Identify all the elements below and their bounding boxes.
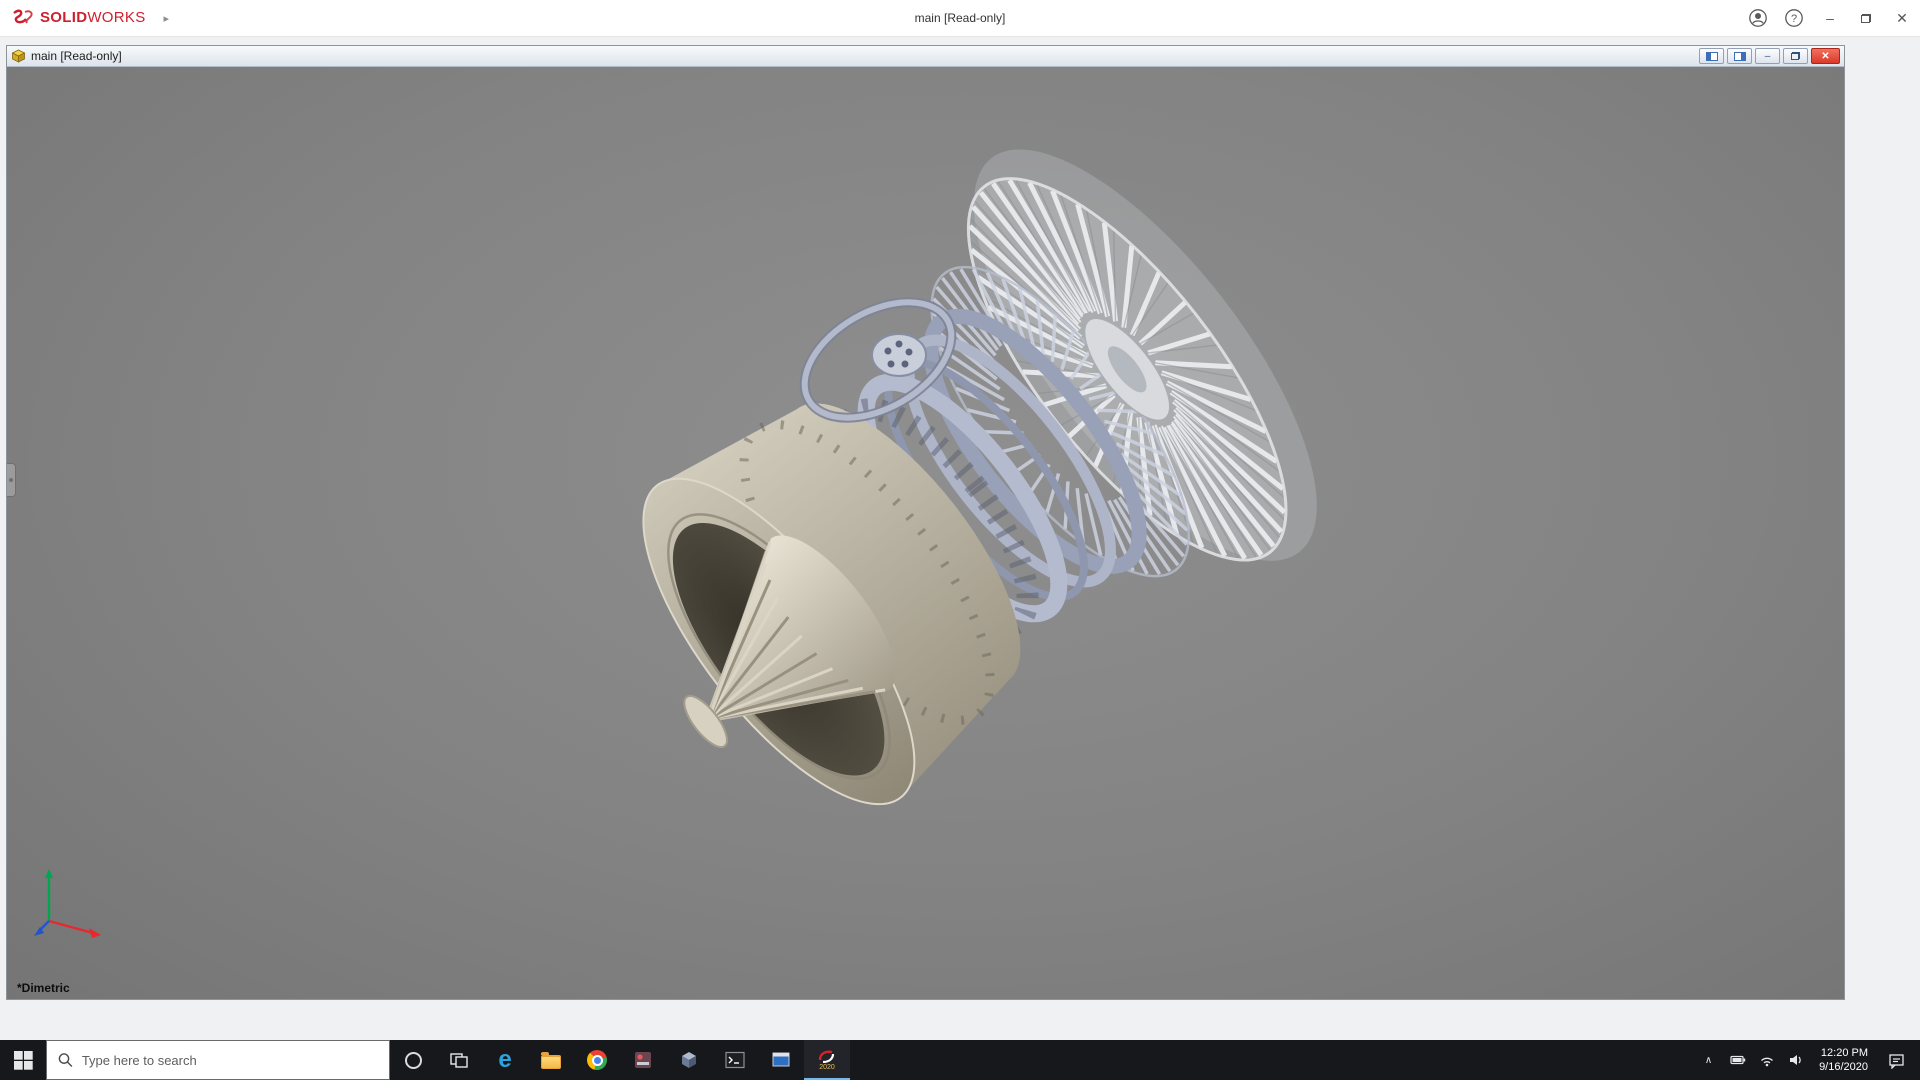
edge-button[interactable]: e bbox=[482, 1040, 528, 1080]
brand-text-works: WORKS bbox=[87, 9, 146, 26]
solidworks-taskbar-button[interactable]: 2020 bbox=[804, 1040, 850, 1080]
document-minimize-button[interactable]: – bbox=[1755, 48, 1780, 64]
network-button[interactable] bbox=[1752, 1040, 1781, 1080]
windows-logo-icon bbox=[13, 1050, 33, 1070]
cube-app-button[interactable] bbox=[666, 1040, 712, 1080]
notification-center-button[interactable] bbox=[1877, 1040, 1915, 1080]
battery-icon bbox=[1729, 1055, 1745, 1065]
document-title: main [Read-only] bbox=[31, 49, 122, 63]
view-orientation-label: *Dimetric bbox=[17, 981, 70, 995]
help-button[interactable]: ? bbox=[1776, 0, 1812, 36]
svg-text:?: ? bbox=[1791, 13, 1797, 25]
orientation-triad bbox=[34, 869, 101, 938]
search-icon bbox=[58, 1053, 73, 1067]
window-app-button[interactable] bbox=[758, 1040, 804, 1080]
terminal-icon bbox=[725, 1051, 745, 1069]
pane-right-icon bbox=[1733, 51, 1746, 61]
minimize-button[interactable]: – bbox=[1812, 0, 1848, 36]
chrome-button[interactable] bbox=[574, 1040, 620, 1080]
window-app-icon bbox=[772, 1052, 790, 1067]
menu-expand-arrow[interactable]: ▸ bbox=[164, 12, 170, 25]
app-title: main [Read-only] bbox=[914, 11, 1006, 25]
file-explorer-button[interactable] bbox=[528, 1040, 574, 1080]
chrome-icon bbox=[587, 1050, 607, 1070]
taskbar-search[interactable] bbox=[46, 1040, 390, 1080]
notification-icon bbox=[1888, 1053, 1904, 1069]
window-layout-button-2[interactable] bbox=[1727, 48, 1752, 64]
wifi-icon bbox=[1760, 1057, 1773, 1067]
account-icon bbox=[1749, 9, 1767, 27]
system-tray: ∧ 12:20 PM 9/16/2020 bbox=[1694, 1040, 1920, 1080]
start-button[interactable] bbox=[0, 1040, 46, 1080]
edge-icon: e bbox=[498, 1046, 512, 1073]
solidworks-app-icon bbox=[818, 1050, 835, 1063]
task-view-icon bbox=[450, 1053, 468, 1068]
cube-app-icon bbox=[682, 1052, 696, 1068]
volume-button[interactable] bbox=[1781, 1040, 1810, 1080]
app-titlebar: SOLIDWORKS ▸ main [Read-only] ? – ✕ bbox=[0, 0, 1920, 37]
clock-time: 12:20 PM bbox=[1820, 1046, 1868, 1059]
restore-icon bbox=[1861, 13, 1871, 23]
document-window-controls: – ✕ bbox=[1699, 48, 1840, 64]
solidworks-app: SOLIDWORKS ▸ main [Read-only] ? – ✕ main… bbox=[0, 0, 1920, 1080]
restore-button[interactable] bbox=[1848, 0, 1884, 36]
solidworks-logo: SOLIDWORKS bbox=[0, 8, 146, 28]
file-explorer-icon bbox=[541, 1051, 561, 1069]
engine-model[interactable] bbox=[7, 67, 1844, 999]
speaker-icon bbox=[1789, 1055, 1801, 1065]
graphics-viewport[interactable]: *Dimetric bbox=[7, 67, 1844, 999]
document-close-button[interactable]: ✕ bbox=[1811, 48, 1840, 64]
document-window: main [Read-only] – ✕ *Dimetric bbox=[6, 45, 1845, 1000]
task-view-button[interactable] bbox=[436, 1040, 482, 1080]
panel-collapse-tab[interactable] bbox=[7, 463, 16, 497]
app-window-controls: ? – ✕ bbox=[1740, 0, 1920, 36]
brand-text-solid: SOLID bbox=[40, 9, 88, 26]
window-layout-button-1[interactable] bbox=[1699, 48, 1724, 64]
search-input[interactable] bbox=[81, 1052, 378, 1068]
media-app-icon bbox=[635, 1052, 651, 1068]
taskbar: e bbox=[0, 1040, 1920, 1080]
hidden-icons-button[interactable]: ∧ bbox=[1694, 1040, 1723, 1080]
close-button[interactable]: ✕ bbox=[1884, 0, 1920, 36]
cortana-icon bbox=[404, 1051, 422, 1069]
triad-z-axis bbox=[39, 920, 50, 931]
battery-button[interactable] bbox=[1723, 1040, 1752, 1080]
media-app-button[interactable] bbox=[620, 1040, 666, 1080]
triad-x-axis bbox=[48, 919, 94, 935]
document-titlebar[interactable]: main [Read-only] – ✕ bbox=[7, 46, 1844, 67]
bolt-flange bbox=[871, 333, 927, 377]
pane-left-icon bbox=[1705, 51, 1718, 61]
mdi-area: main [Read-only] – ✕ *Dimetric bbox=[0, 37, 1920, 1040]
taskbar-clock[interactable]: 12:20 PM 9/16/2020 bbox=[1810, 1046, 1877, 1075]
solidworks-badge: 2020 bbox=[819, 1063, 835, 1071]
solidworks-logo-icon bbox=[13, 9, 33, 24]
document-restore-button[interactable] bbox=[1783, 48, 1808, 64]
assembly-cube-icon bbox=[11, 49, 26, 63]
terminal-button[interactable] bbox=[712, 1040, 758, 1080]
engine-assembly bbox=[642, 149, 1317, 806]
help-icon: ? bbox=[1785, 9, 1803, 27]
clock-date: 9/16/2020 bbox=[1819, 1061, 1868, 1073]
document-restore-icon bbox=[1791, 52, 1800, 60]
account-button[interactable] bbox=[1740, 0, 1776, 36]
cortana-button[interactable] bbox=[390, 1040, 436, 1080]
